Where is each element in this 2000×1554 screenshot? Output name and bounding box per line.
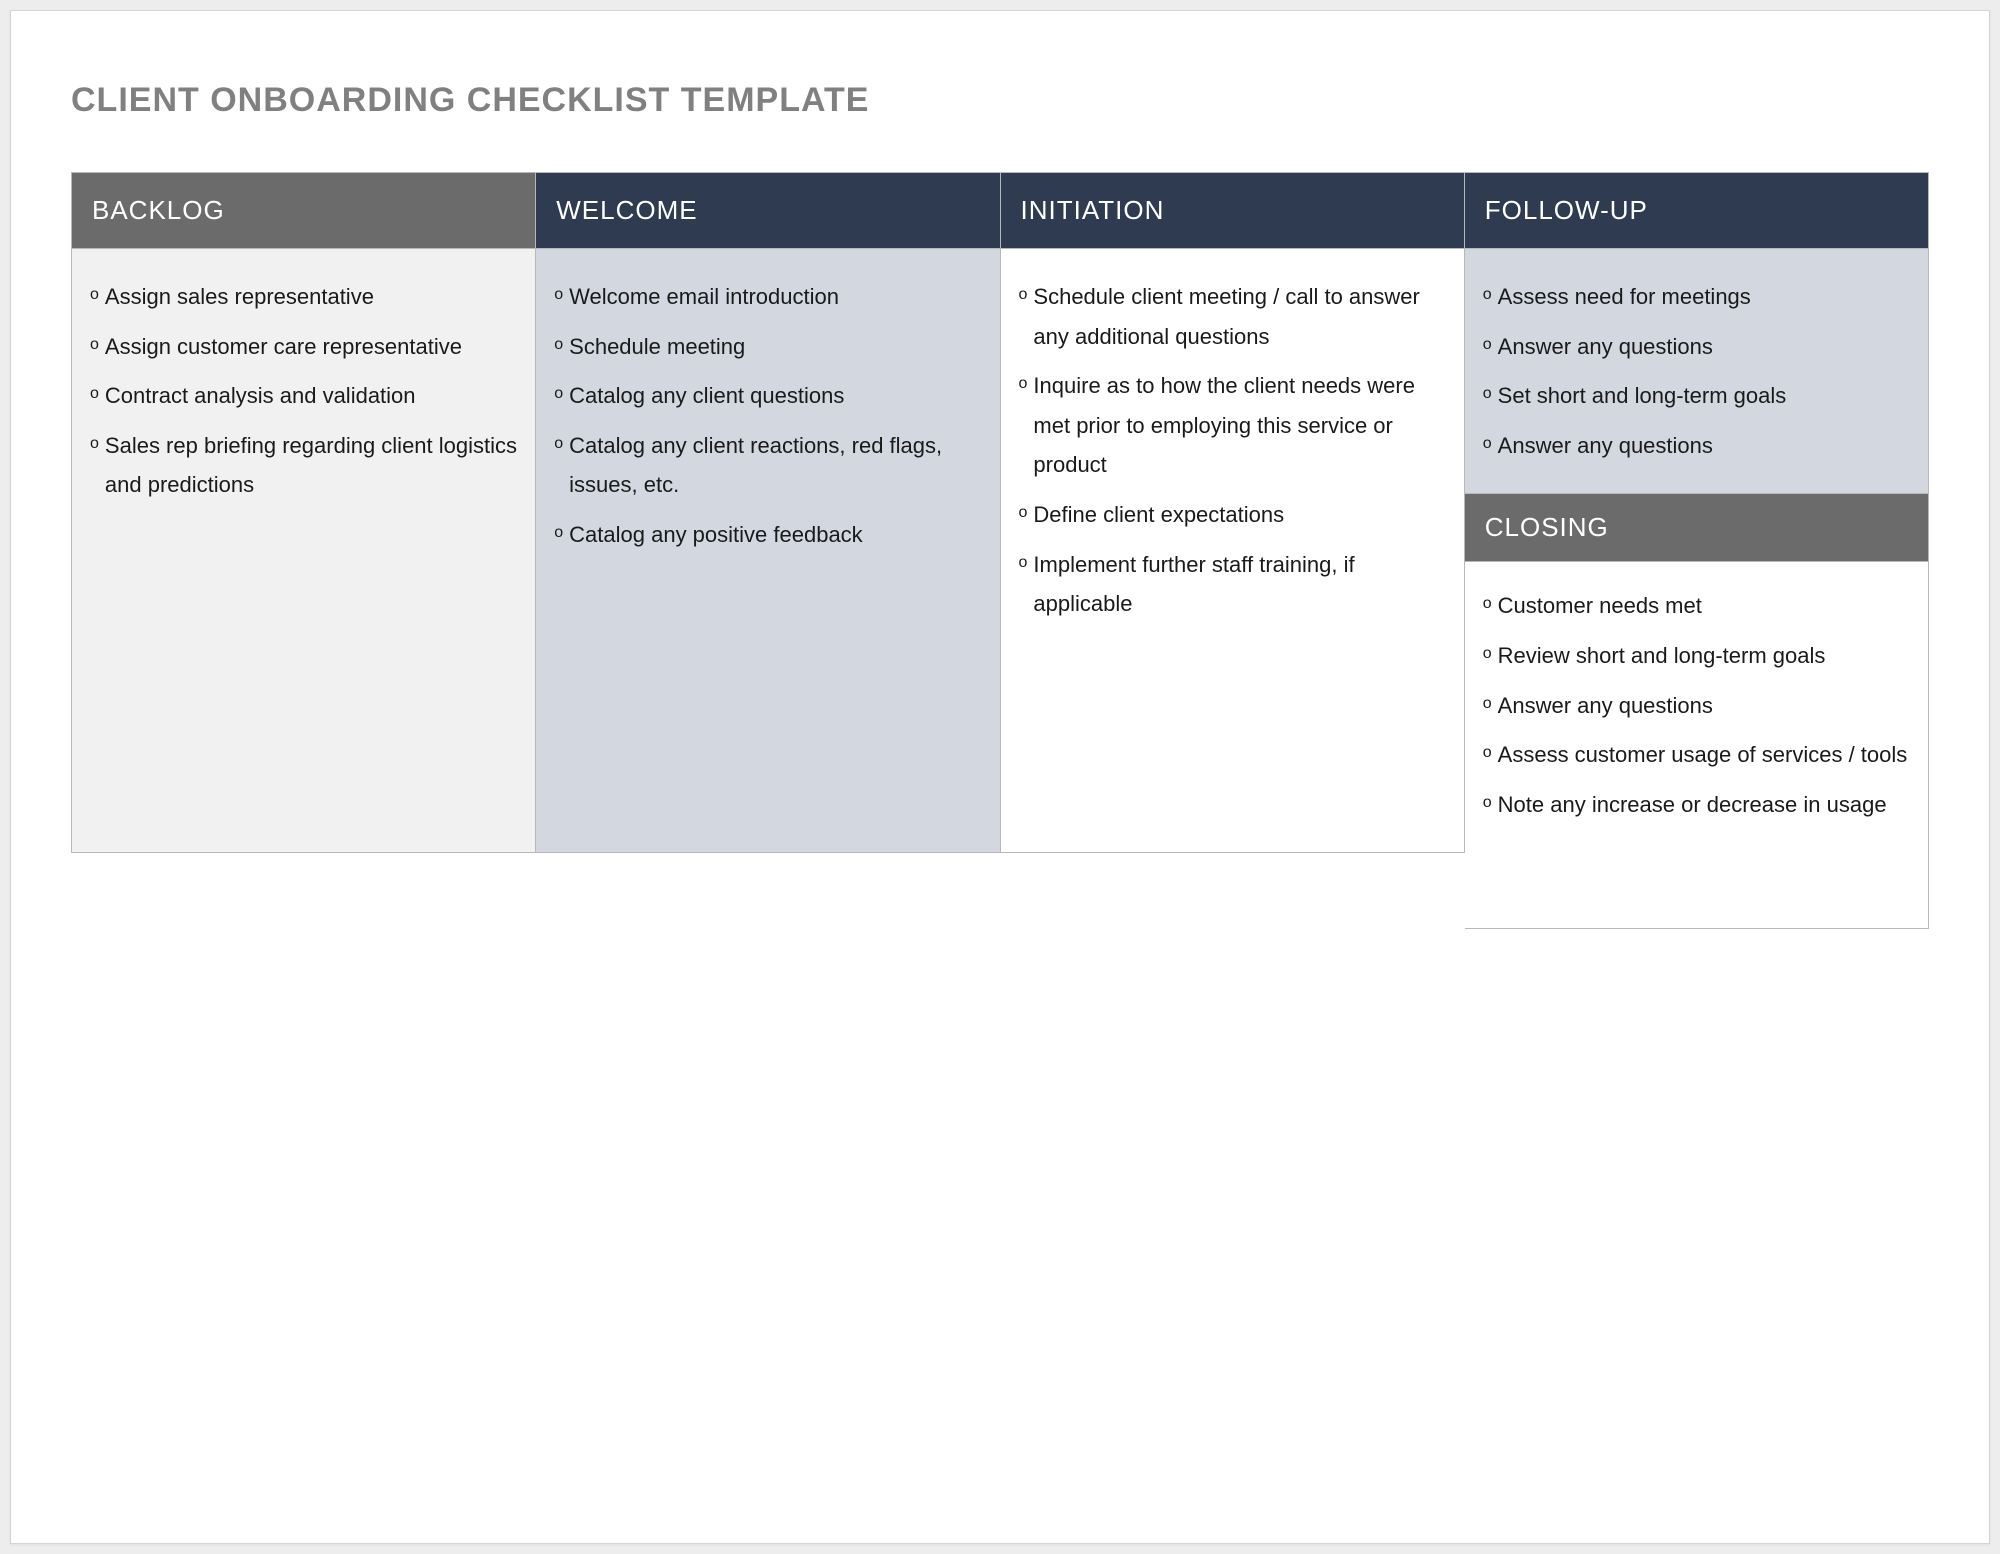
list-item: oAssess need for meetings bbox=[1483, 277, 1910, 317]
item-text: Welcome email introduction bbox=[569, 277, 981, 317]
circle-bullet-icon: o bbox=[554, 430, 563, 459]
item-text: Answer any questions bbox=[1498, 686, 1910, 726]
list-item: oAssign customer care representative bbox=[90, 327, 517, 367]
column-backlog: BACKLOG oAssign sales representative oAs… bbox=[72, 173, 536, 853]
item-text: Schedule client meeting / call to answer… bbox=[1033, 277, 1445, 356]
list-item: oContract analysis and validation bbox=[90, 376, 517, 416]
item-text: Answer any questions bbox=[1498, 426, 1910, 466]
column-header-welcome: WELCOME bbox=[536, 173, 1000, 249]
column-body-closing: oCustomer needs met oReview short and lo… bbox=[1465, 562, 1929, 929]
circle-bullet-icon: o bbox=[1019, 499, 1028, 528]
page: CLIENT ONBOARDING CHECKLIST TEMPLATE BAC… bbox=[10, 10, 1990, 1544]
item-text: Define client expectations bbox=[1033, 495, 1445, 535]
circle-bullet-icon: o bbox=[1483, 640, 1492, 669]
item-text: Catalog any positive feedback bbox=[569, 515, 981, 555]
circle-bullet-icon: o bbox=[1483, 739, 1492, 768]
circle-bullet-icon: o bbox=[1019, 281, 1028, 310]
list-item: oDefine client expectations bbox=[1019, 495, 1446, 535]
item-text: Assign sales representative bbox=[105, 277, 517, 317]
circle-bullet-icon: o bbox=[90, 331, 99, 360]
column-header-closing: CLOSING bbox=[1465, 494, 1929, 562]
circle-bullet-icon: o bbox=[1483, 380, 1492, 409]
list-item: oCatalog any client questions bbox=[554, 376, 981, 416]
item-text: Implement further staff training, if app… bbox=[1033, 545, 1445, 624]
circle-bullet-icon: o bbox=[1483, 789, 1492, 818]
column-welcome: WELCOME oWelcome email introduction oSch… bbox=[536, 173, 1000, 853]
page-title: CLIENT ONBOARDING CHECKLIST TEMPLATE bbox=[71, 81, 1929, 120]
item-text: Contract analysis and validation bbox=[105, 376, 517, 416]
circle-bullet-icon: o bbox=[1483, 590, 1492, 619]
item-text: Customer needs met bbox=[1498, 586, 1910, 626]
item-text: Set short and long-term goals bbox=[1498, 376, 1910, 416]
item-text: Review short and long-term goals bbox=[1498, 636, 1910, 676]
column-body-backlog: oAssign sales representative oAssign cus… bbox=[72, 249, 536, 853]
list-item: oSet short and long-term goals bbox=[1483, 376, 1910, 416]
item-text: Assess need for meetings bbox=[1498, 277, 1910, 317]
list-item: oSales rep briefing regarding client log… bbox=[90, 426, 517, 505]
item-text: Note any increase or decrease in usage bbox=[1498, 785, 1910, 825]
item-text: Schedule meeting bbox=[569, 327, 981, 367]
list-item: oSchedule meeting bbox=[554, 327, 981, 367]
column-header-backlog: BACKLOG bbox=[72, 173, 536, 249]
column-body-initiation: oSchedule client meeting / call to answe… bbox=[1001, 249, 1465, 853]
column-body-welcome: oWelcome email introduction oSchedule me… bbox=[536, 249, 1000, 853]
list-item: oNote any increase or decrease in usage bbox=[1483, 785, 1910, 825]
item-text: Answer any questions bbox=[1498, 327, 1910, 367]
circle-bullet-icon: o bbox=[554, 380, 563, 409]
list-item: oCatalog any client reactions, red flags… bbox=[554, 426, 981, 505]
list-item: oAssess customer usage of services / too… bbox=[1483, 735, 1910, 775]
list-item: oSchedule client meeting / call to answe… bbox=[1019, 277, 1446, 356]
item-text: Inquire as to how the client needs were … bbox=[1033, 366, 1445, 485]
item-text: Sales rep briefing regarding client logi… bbox=[105, 426, 517, 505]
column-header-followup: FOLLOW-UP bbox=[1465, 173, 1929, 249]
column4-inner: oAssess need for meetings oAnswer any qu… bbox=[1465, 249, 1929, 929]
column-header-initiation: INITIATION bbox=[1001, 173, 1465, 249]
circle-bullet-icon: o bbox=[90, 380, 99, 409]
item-text: Catalog any client reactions, red flags,… bbox=[569, 426, 981, 505]
list-item: oAssign sales representative bbox=[90, 277, 517, 317]
column-initiation: INITIATION oSchedule client meeting / ca… bbox=[1001, 173, 1465, 853]
column-followup-closing: FOLLOW-UP oAssess need for meetings oAns… bbox=[1465, 173, 1929, 853]
circle-bullet-icon: o bbox=[1019, 549, 1028, 578]
circle-bullet-icon: o bbox=[90, 281, 99, 310]
circle-bullet-icon: o bbox=[1019, 370, 1028, 399]
circle-bullet-icon: o bbox=[554, 281, 563, 310]
circle-bullet-icon: o bbox=[554, 331, 563, 360]
item-text: Assess customer usage of services / tool… bbox=[1498, 735, 1910, 775]
item-text: Assign customer care representative bbox=[105, 327, 517, 367]
circle-bullet-icon: o bbox=[1483, 430, 1492, 459]
list-item: oInquire as to how the client needs were… bbox=[1019, 366, 1446, 485]
list-item: oReview short and long-term goals bbox=[1483, 636, 1910, 676]
item-text: Catalog any client questions bbox=[569, 376, 981, 416]
circle-bullet-icon: o bbox=[1483, 281, 1492, 310]
list-item: oAnswer any questions bbox=[1483, 426, 1910, 466]
list-item: oCatalog any positive feedback bbox=[554, 515, 981, 555]
list-item: oImplement further staff training, if ap… bbox=[1019, 545, 1446, 624]
circle-bullet-icon: o bbox=[1483, 690, 1492, 719]
list-item: oAnswer any questions bbox=[1483, 327, 1910, 367]
list-item: oWelcome email introduction bbox=[554, 277, 981, 317]
list-item: oAnswer any questions bbox=[1483, 686, 1910, 726]
column-body-followup: oAssess need for meetings oAnswer any qu… bbox=[1465, 249, 1929, 494]
kanban-board: BACKLOG oAssign sales representative oAs… bbox=[71, 172, 1929, 853]
list-item: oCustomer needs met bbox=[1483, 586, 1910, 626]
circle-bullet-icon: o bbox=[1483, 331, 1492, 360]
circle-bullet-icon: o bbox=[90, 430, 99, 459]
circle-bullet-icon: o bbox=[554, 519, 563, 548]
